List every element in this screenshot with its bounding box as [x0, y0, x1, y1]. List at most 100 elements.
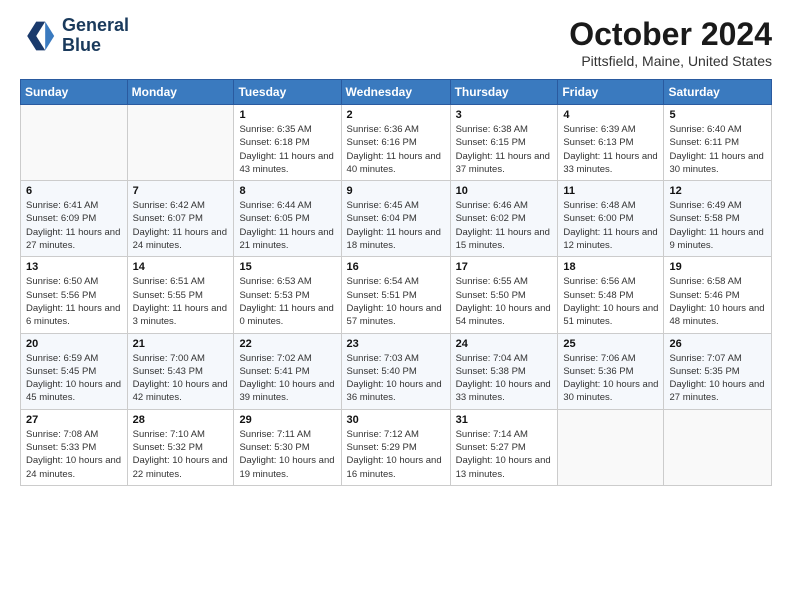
calendar-day-header: Friday [558, 80, 664, 105]
day-info: Sunrise: 6:35 AMSunset: 6:18 PMDaylight:… [239, 123, 335, 176]
day-number: 30 [347, 414, 445, 426]
calendar-cell: 10 Sunrise: 6:46 AMSunset: 6:02 PMDayligh… [450, 181, 558, 257]
day-number: 1 [239, 109, 335, 121]
day-number: 19 [669, 261, 766, 273]
day-info: Sunrise: 6:44 AMSunset: 6:05 PMDaylight:… [239, 199, 335, 252]
day-number: 5 [669, 109, 766, 121]
calendar-cell: 2Sunrise: 6:36 AMSunset: 6:16 PMDaylight… [341, 105, 450, 181]
day-info: Sunrise: 7:06 AMSunset: 5:36 PMDaylight:… [563, 352, 658, 405]
day-number: 6 [26, 185, 122, 197]
calendar-cell: 8 Sunrise: 6:44 AMSunset: 6:05 PMDaylight… [234, 181, 341, 257]
calendar-day-header: Wednesday [341, 80, 450, 105]
calendar-week-row: 13Sunrise: 6:50 AMSunset: 5:56 PMDayligh… [21, 257, 772, 333]
day-number: 10 [456, 185, 553, 197]
day-number: 18 [563, 261, 658, 273]
day-number: 11 [563, 185, 658, 197]
calendar-cell: 29 Sunrise: 7:11 AMSunset: 5:30 PMDayligh… [234, 409, 341, 485]
calendar-day-header: Saturday [664, 80, 772, 105]
calendar-cell: 7Sunrise: 6:42 AMSunset: 6:07 PMDaylight… [127, 181, 234, 257]
calendar-cell: 28 Sunrise: 7:10 AMSunset: 5:32 PMDayligh… [127, 409, 234, 485]
day-number: 21 [133, 338, 229, 350]
calendar-cell: 16 Sunrise: 6:54 AMSunset: 5:51 PMDayligh… [341, 257, 450, 333]
header: General Blue October 2024 Pittsfield, Ma… [20, 16, 772, 69]
day-number: 27 [26, 414, 122, 426]
day-number: 2 [347, 109, 445, 121]
calendar-cell: 18 Sunrise: 6:56 AMSunset: 5:48 PMDayligh… [558, 257, 664, 333]
day-info: Sunrise: 6:51 AMSunset: 5:55 PMDaylight:… [133, 275, 229, 328]
day-info: Sunrise: 6:45 AMSunset: 6:04 PMDaylight:… [347, 199, 445, 252]
calendar-cell: 27 Sunrise: 7:08 AMSunset: 5:33 PMDayligh… [21, 409, 128, 485]
calendar-cell: 17Sunrise: 6:55 AMSunset: 5:50 PMDayligh… [450, 257, 558, 333]
day-info: Sunrise: 6:54 AMSunset: 5:51 PMDaylight:… [347, 275, 445, 328]
day-info: Sunrise: 6:59 AMSunset: 5:45 PMDaylight:… [26, 352, 122, 405]
day-info: Sunrise: 7:02 AMSunset: 5:41 PMDaylight:… [239, 352, 335, 405]
title-block: October 2024 Pittsfield, Maine, United S… [569, 16, 772, 69]
calendar-cell: 11 Sunrise: 6:48 AMSunset: 6:00 PMDayligh… [558, 181, 664, 257]
day-number: 16 [347, 261, 445, 273]
calendar-day-header: Sunday [21, 80, 128, 105]
day-info: Sunrise: 7:11 AMSunset: 5:30 PMDaylight:… [239, 428, 335, 481]
calendar-cell [127, 105, 234, 181]
day-number: 9 [347, 185, 445, 197]
day-number: 29 [239, 414, 335, 426]
calendar-week-row: 6 Sunrise: 6:41 AMSunset: 6:09 PMDaylight… [21, 181, 772, 257]
day-info: Sunrise: 7:08 AMSunset: 5:33 PMDaylight:… [26, 428, 122, 481]
day-info: Sunrise: 6:46 AMSunset: 6:02 PMDaylight:… [456, 199, 553, 252]
calendar-header-row: SundayMondayTuesdayWednesdayThursdayFrid… [21, 80, 772, 105]
day-number: 28 [133, 414, 229, 426]
calendar-cell: 4 Sunrise: 6:39 AMSunset: 6:13 PMDaylight… [558, 105, 664, 181]
logo-text: General Blue [62, 16, 129, 56]
calendar-cell: 20Sunrise: 6:59 AMSunset: 5:45 PMDayligh… [21, 333, 128, 409]
calendar-cell: 5 Sunrise: 6:40 AMSunset: 6:11 PMDaylight… [664, 105, 772, 181]
calendar-cell: 24Sunrise: 7:04 AMSunset: 5:38 PMDayligh… [450, 333, 558, 409]
calendar-cell: 25Sunrise: 7:06 AMSunset: 5:36 PMDayligh… [558, 333, 664, 409]
logo-icon [20, 18, 56, 54]
day-info: Sunrise: 7:10 AMSunset: 5:32 PMDaylight:… [133, 428, 229, 481]
calendar-cell [558, 409, 664, 485]
calendar-cell [664, 409, 772, 485]
day-number: 31 [456, 414, 553, 426]
day-info: Sunrise: 7:03 AMSunset: 5:40 PMDaylight:… [347, 352, 445, 405]
calendar-table: SundayMondayTuesdayWednesdayThursdayFrid… [20, 79, 772, 486]
day-info: Sunrise: 6:39 AMSunset: 6:13 PMDaylight:… [563, 123, 658, 176]
month-title: October 2024 [569, 16, 772, 53]
day-info: Sunrise: 6:38 AMSunset: 6:15 PMDaylight:… [456, 123, 553, 176]
day-number: 22 [239, 338, 335, 350]
day-info: Sunrise: 6:53 AMSunset: 5:53 PMDaylight:… [239, 275, 335, 328]
day-info: Sunrise: 6:42 AMSunset: 6:07 PMDaylight:… [133, 199, 229, 252]
day-number: 8 [239, 185, 335, 197]
calendar-cell: 31Sunrise: 7:14 AMSunset: 5:27 PMDayligh… [450, 409, 558, 485]
calendar-cell: 14 Sunrise: 6:51 AMSunset: 5:55 PMDayligh… [127, 257, 234, 333]
day-number: 3 [456, 109, 553, 121]
day-info: Sunrise: 7:07 AMSunset: 5:35 PMDaylight:… [669, 352, 766, 405]
calendar-cell: 30Sunrise: 7:12 AMSunset: 5:29 PMDayligh… [341, 409, 450, 485]
calendar-day-header: Monday [127, 80, 234, 105]
day-number: 26 [669, 338, 766, 350]
calendar-week-row: 27 Sunrise: 7:08 AMSunset: 5:33 PMDayligh… [21, 409, 772, 485]
calendar-cell: 9 Sunrise: 6:45 AMSunset: 6:04 PMDaylight… [341, 181, 450, 257]
calendar-cell: 19Sunrise: 6:58 AMSunset: 5:46 PMDayligh… [664, 257, 772, 333]
day-info: Sunrise: 6:48 AMSunset: 6:00 PMDaylight:… [563, 199, 658, 252]
calendar-cell: 3 Sunrise: 6:38 AMSunset: 6:15 PMDaylight… [450, 105, 558, 181]
calendar-cell: 15 Sunrise: 6:53 AMSunset: 5:53 PMDayligh… [234, 257, 341, 333]
day-number: 13 [26, 261, 122, 273]
day-number: 14 [133, 261, 229, 273]
calendar-day-header: Thursday [450, 80, 558, 105]
day-info: Sunrise: 6:56 AMSunset: 5:48 PMDaylight:… [563, 275, 658, 328]
calendar-cell: 26 Sunrise: 7:07 AMSunset: 5:35 PMDayligh… [664, 333, 772, 409]
calendar-cell: 23Sunrise: 7:03 AMSunset: 5:40 PMDayligh… [341, 333, 450, 409]
day-number: 4 [563, 109, 658, 121]
calendar-cell: 21 Sunrise: 7:00 AMSunset: 5:43 PMDayligh… [127, 333, 234, 409]
calendar-cell: 6 Sunrise: 6:41 AMSunset: 6:09 PMDaylight… [21, 181, 128, 257]
day-info: Sunrise: 7:00 AMSunset: 5:43 PMDaylight:… [133, 352, 229, 405]
day-info: Sunrise: 7:04 AMSunset: 5:38 PMDaylight:… [456, 352, 553, 405]
day-info: Sunrise: 6:49 AMSunset: 5:58 PMDaylight:… [669, 199, 766, 252]
day-number: 12 [669, 185, 766, 197]
calendar-cell: 12 Sunrise: 6:49 AMSunset: 5:58 PMDayligh… [664, 181, 772, 257]
calendar-cell: 22 Sunrise: 7:02 AMSunset: 5:41 PMDayligh… [234, 333, 341, 409]
calendar-cell: 13Sunrise: 6:50 AMSunset: 5:56 PMDayligh… [21, 257, 128, 333]
calendar-cell [21, 105, 128, 181]
day-info: Sunrise: 6:40 AMSunset: 6:11 PMDaylight:… [669, 123, 766, 176]
day-number: 15 [239, 261, 335, 273]
day-info: Sunrise: 6:41 AMSunset: 6:09 PMDaylight:… [26, 199, 122, 252]
